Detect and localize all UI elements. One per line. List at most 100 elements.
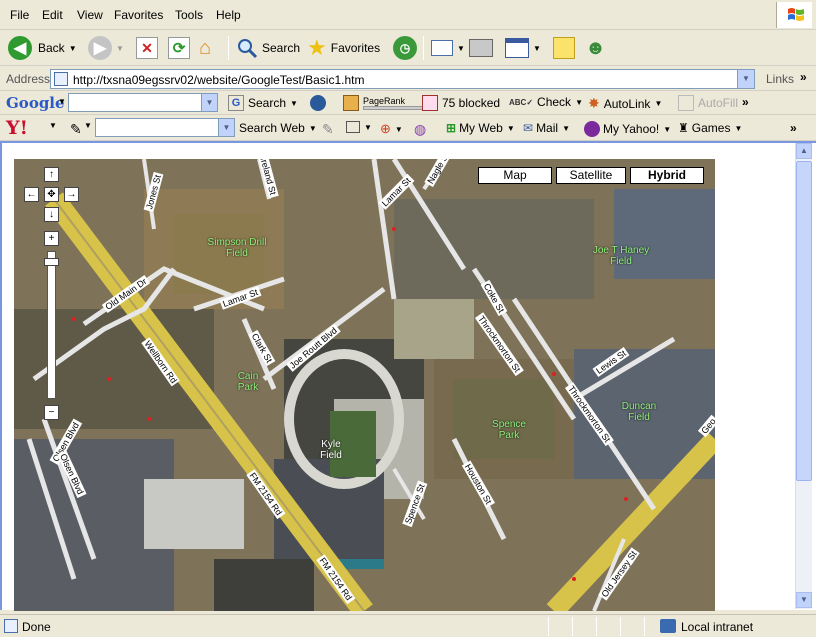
- zoom-in-icon[interactable]: +: [44, 231, 59, 246]
- google-g-icon: G: [228, 95, 244, 111]
- autolink-button[interactable]: ✸ AutoLink ▼: [588, 95, 662, 112]
- place-label-duncan: Duncan Field: [621, 401, 657, 423]
- vertical-scrollbar[interactable]: ▲ ▼: [795, 143, 812, 609]
- pan-left-icon[interactable]: ←: [24, 187, 39, 202]
- chevron-right-icon[interactable]: »: [742, 95, 749, 109]
- chevron-down-icon[interactable]: ▼: [201, 94, 217, 111]
- page-content: Map Satellite Hybrid ↑ ← ✥ → ↓ + − Simps…: [0, 141, 816, 611]
- scroll-down-icon[interactable]: ▼: [796, 592, 812, 608]
- mail-button[interactable]: ▼: [431, 34, 465, 62]
- spell-check-button[interactable]: ABC✓ Check ▼: [509, 95, 583, 109]
- search-button[interactable]: Search: [236, 34, 300, 62]
- map-view[interactable]: Map Satellite Hybrid ↑ ← ✥ → ↓ + − Simps…: [14, 159, 715, 611]
- favorites-button[interactable]: ★ Favorites: [307, 34, 380, 62]
- address-label: Address: [6, 72, 51, 86]
- address-input[interactable]: http://txsna09egssrv02/website/GoogleTes…: [50, 69, 755, 89]
- status-divider: [548, 617, 549, 636]
- status-text: Done: [22, 620, 51, 634]
- history-icon: ◷: [393, 36, 417, 60]
- my-web-label: My Web: [459, 121, 503, 135]
- chevron-down-icon[interactable]: ▼: [58, 97, 66, 106]
- history-button[interactable]: ◷: [393, 34, 417, 62]
- pan-reset-icon[interactable]: ✥: [44, 187, 59, 202]
- yahoo-mail-button[interactable]: ✉ Mail ▼: [523, 121, 570, 135]
- google-search-label: Search: [248, 96, 287, 110]
- home-button[interactable]: ⌂: [199, 34, 211, 62]
- antispy-button[interactable]: ⊕ ▼: [380, 121, 403, 137]
- plus-icon: ⊞: [446, 121, 457, 135]
- chevron-down-icon[interactable]: ▼: [218, 119, 234, 136]
- zoom-slider-thumb[interactable]: [44, 258, 59, 266]
- map-type-hybrid-button[interactable]: Hybrid: [630, 167, 704, 184]
- zoom-out-icon[interactable]: −: [44, 405, 59, 420]
- chevron-right-icon[interactable]: »: [790, 121, 797, 135]
- chevron-down-icon: ▼: [394, 124, 403, 134]
- pan-up-icon[interactable]: ↑: [44, 167, 59, 182]
- chevron-down-icon: ▼: [506, 123, 515, 133]
- status-bar: Done Local intranet: [0, 614, 816, 637]
- pagerank-icon: [343, 95, 359, 111]
- pencil-icon[interactable]: ✎: [70, 121, 82, 138]
- chevron-down-icon[interactable]: ▼: [737, 70, 754, 88]
- chevron-down-icon: ▼: [457, 43, 465, 53]
- menu-file[interactable]: File: [10, 8, 29, 22]
- messenger-button[interactable]: ☻: [585, 34, 606, 62]
- google-search-input[interactable]: ▼: [68, 93, 218, 112]
- yahoo-logo[interactable]: Y!: [6, 117, 28, 139]
- pagerank-bar: [363, 106, 423, 110]
- yahoo-search-input[interactable]: ▼: [95, 118, 235, 137]
- zoom-slider-track[interactable]: [44, 251, 59, 399]
- popup-blocker[interactable]: 75 blocked: [422, 95, 500, 111]
- place-label-spence: Spence Park: [492, 419, 526, 441]
- links-label[interactable]: Links: [766, 72, 794, 86]
- menu-bar: File Edit View Favorites Tools Help: [0, 0, 816, 30]
- highlight-icon[interactable]: ✎: [322, 121, 334, 138]
- map-type-satellite-button[interactable]: Satellite: [556, 167, 626, 184]
- bookmark-button[interactable]: ▼: [346, 121, 372, 133]
- star-icon: ★: [307, 35, 327, 60]
- joystick-icon: ♜: [678, 121, 689, 135]
- pan-down-icon[interactable]: ↓: [44, 207, 59, 222]
- autofill-button[interactable]: AutoFill: [678, 95, 738, 111]
- menu-view[interactable]: View: [77, 8, 103, 22]
- chevron-down-icon[interactable]: ▼: [84, 121, 92, 130]
- games-button[interactable]: ♜ Games ▼: [678, 121, 742, 135]
- menu-favorites[interactable]: Favorites: [114, 8, 163, 22]
- back-button[interactable]: ◀ Back ▼: [8, 34, 77, 62]
- stop-button[interactable]: ✕: [136, 34, 158, 62]
- my-yahoo-button[interactable]: My Yahoo! ▼: [584, 121, 671, 137]
- window-icon: [346, 121, 360, 133]
- map-type-map-button[interactable]: Map: [478, 167, 552, 184]
- page-icon: [4, 619, 18, 633]
- place-label-cain: Cain Park: [237, 371, 259, 393]
- standard-toolbar: ◀ Back ▼ ▶ ▼ ✕ ⟳ ⌂ Search ★ Favorites ◷ …: [0, 30, 816, 66]
- print-button[interactable]: [469, 34, 493, 62]
- scroll-up-icon[interactable]: ▲: [796, 143, 812, 159]
- forward-button[interactable]: ▶ ▼: [88, 34, 124, 62]
- google-toolbar: Google ▼ ▼ G Search ▼ PageRank 75 blocke…: [0, 91, 816, 115]
- refresh-button[interactable]: ⟳: [168, 34, 190, 62]
- toolbar-separator: [423, 36, 424, 60]
- discuss-button[interactable]: [553, 34, 575, 62]
- pan-right-icon[interactable]: →: [64, 187, 79, 202]
- menu-tools[interactable]: Tools: [175, 8, 203, 22]
- menu-help[interactable]: Help: [216, 8, 241, 22]
- chevron-right-icon[interactable]: »: [800, 70, 807, 84]
- google-news-button[interactable]: [310, 95, 330, 111]
- address-bar: Address http://txsna09egssrv02/website/G…: [0, 67, 816, 91]
- google-search-button[interactable]: G Search ▼: [228, 95, 298, 111]
- address-url[interactable]: http://txsna09egssrv02/website/GoogleTes…: [73, 73, 365, 87]
- search-web-button[interactable]: Search Web ▼: [239, 121, 317, 135]
- menu-edit[interactable]: Edit: [42, 8, 63, 22]
- my-web-button[interactable]: ⊞ My Web ▼: [446, 121, 515, 135]
- chevron-down-icon: ▼: [68, 43, 77, 53]
- pagerank-block: PageRank: [363, 96, 423, 110]
- scroll-thumb[interactable]: [796, 161, 812, 481]
- google-pagerank[interactable]: PageRank: [343, 95, 423, 111]
- back-arrow-icon: ◀: [8, 36, 32, 60]
- refresh-icon: ⟳: [168, 37, 190, 59]
- google-logo[interactable]: Google: [6, 94, 65, 112]
- headphones-icon[interactable]: ◍: [414, 121, 426, 138]
- chevron-down-icon[interactable]: ▼: [49, 121, 57, 130]
- edit-button[interactable]: ▼: [505, 34, 541, 62]
